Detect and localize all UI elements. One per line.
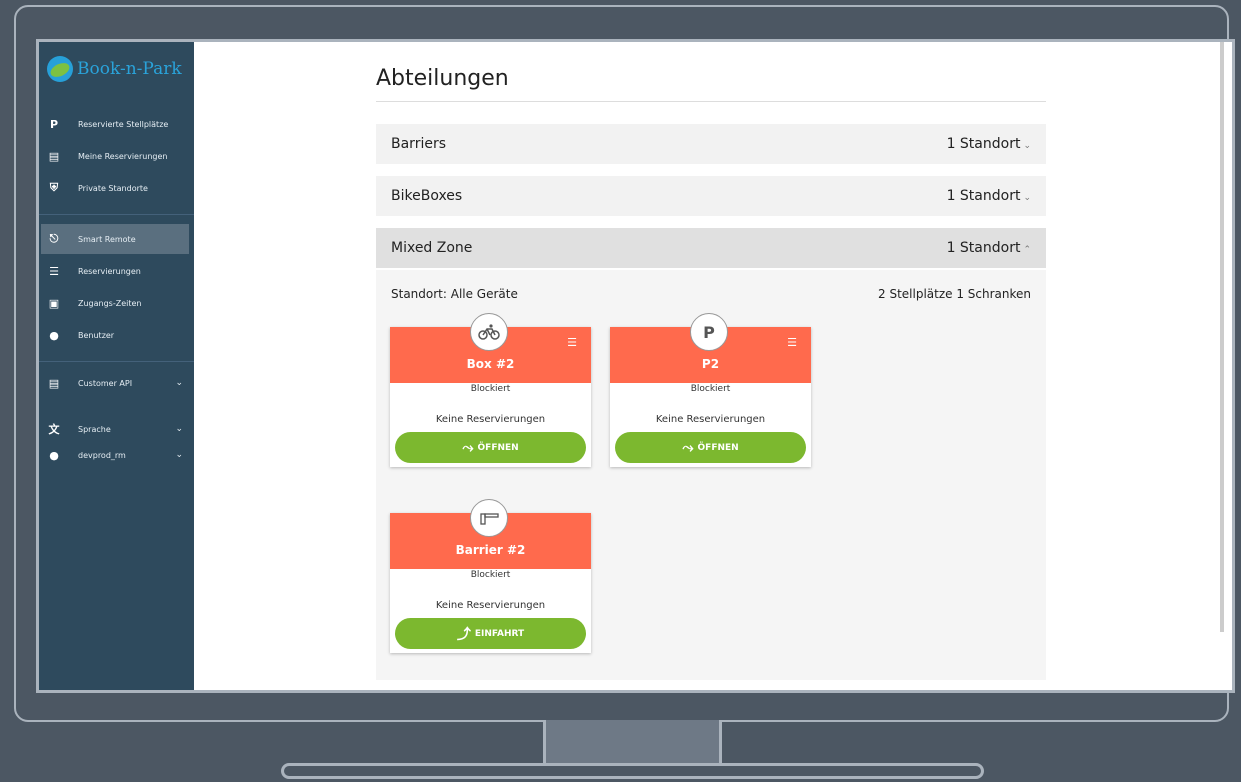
department-name: BikeBoxes	[391, 188, 463, 204]
barrier-open-icon: ⤳	[462, 439, 474, 456]
device-status: Blockiert	[470, 384, 511, 394]
sidebar-item-customer-api[interactable]: ▤ Customer API ⌄	[41, 368, 189, 398]
chevron-up-icon: ⌃	[1023, 245, 1031, 255]
barrier-icon	[470, 499, 508, 537]
location-label: Standort: Alle Geräte	[391, 287, 518, 301]
sidebar-item-user[interactable]: ● devprod_rm ⌄	[41, 440, 189, 470]
scrollbar[interactable]	[1220, 42, 1224, 632]
button-label: ÖFFNEN	[697, 442, 739, 453]
sidebar-item-label: devprod_rm	[78, 450, 126, 460]
title-divider	[376, 101, 1046, 102]
device-reservations: Keine Reservierungen	[655, 414, 766, 425]
main-content: Abteilungen Barriers 1 Standort ⌄ BikeBox…	[194, 42, 1224, 690]
app-logo[interactable]: Book-n-Park	[47, 56, 182, 82]
chevron-down-icon: ⌄	[1023, 193, 1031, 203]
parking-icon: P	[690, 313, 728, 351]
department-count: 1 Standort ⌄	[946, 188, 1031, 204]
device-name: Box #2	[466, 357, 515, 371]
device-name: Barrier #2	[455, 543, 526, 557]
sidebar-item-label: Reservierte Stellplätze	[78, 119, 169, 129]
chevron-down-icon: ⌄	[175, 450, 183, 460]
open-button[interactable]: ⤳ ÖFFNEN	[395, 432, 586, 463]
device-reservations: Keine Reservierungen	[435, 600, 546, 611]
user-icon: ●	[49, 448, 59, 462]
parking-icon: P	[49, 117, 59, 131]
chevron-down-icon: ⌄	[175, 378, 183, 388]
page-title: Abteilungen	[376, 66, 509, 91]
sidebar-divider	[39, 214, 194, 215]
document-icon: ▤	[48, 376, 60, 390]
sidebar-item-label: Private Standorte	[78, 183, 148, 193]
device-card: ☰ Box #2 Blockiert Keine Reservierungen …	[390, 313, 591, 467]
location-summary: 2 Stellplätze 1 Schranken	[878, 287, 1031, 301]
monitor-frame: Book-n-Park P Reservierte Stellplätze ▤ …	[14, 5, 1235, 722]
users-icon: ●	[49, 328, 59, 342]
department-header-mixed-zone[interactable]: Mixed Zone 1 Standort ⌃	[376, 228, 1046, 268]
translate-icon: 文	[48, 423, 60, 436]
calendar-clock-icon: ▤	[48, 149, 60, 163]
entry-button[interactable]: ⤴ EINFAHRT	[395, 618, 586, 649]
sidebar-item-reservierungen[interactable]: ☰ Reservierungen	[41, 256, 189, 286]
sidebar-item-label: Benutzer	[78, 330, 115, 340]
list-icon: ☰	[49, 264, 59, 278]
open-button[interactable]: ⤳ ÖFFNEN	[615, 432, 806, 463]
app-name: Book-n-Park	[77, 59, 182, 79]
sidebar-item-smart-remote[interactable]: ⎋ Smart Remote	[41, 224, 189, 254]
button-label: EINFAHRT	[474, 628, 525, 639]
sidebar-item-label: Meine Reservierungen	[78, 151, 168, 161]
chevron-down-icon: ⌄	[1023, 141, 1031, 151]
department-count: 1 Standort ⌄	[946, 136, 1031, 152]
department-panel-mixed-zone: Standort: Alle Geräte 2 Stellplätze 1 Sc…	[376, 270, 1046, 680]
shield-icon: ⛨	[49, 181, 59, 194]
department-name: Barriers	[391, 136, 447, 152]
sidebar-item-reservierte-stellplaetze[interactable]: P Reservierte Stellplätze	[41, 109, 189, 139]
device-status: Blockiert	[690, 384, 731, 394]
device-card: Barrier #2 Blockiert Keine Reservierunge…	[390, 499, 591, 653]
remote-icon: ⎋	[49, 232, 59, 245]
department-count: 1 Standort ⌃	[946, 240, 1031, 256]
sidebar-item-label: Smart Remote	[78, 234, 136, 244]
monitor-neck	[543, 720, 722, 764]
department-name: Mixed Zone	[391, 240, 473, 256]
device-reservations: Keine Reservierungen	[435, 414, 546, 425]
sidebar: Book-n-Park P Reservierte Stellplätze ▤ …	[39, 42, 194, 690]
sidebar-divider	[39, 361, 194, 362]
button-label: ÖFFNEN	[477, 442, 519, 453]
sidebar-item-label: Sprache	[78, 424, 111, 434]
barrier-entry-icon: ⤴	[456, 626, 471, 643]
device-status: Blockiert	[470, 570, 511, 580]
sidebar-item-label: Zugangs-Zeiten	[78, 298, 142, 308]
monitor-base	[281, 763, 984, 779]
logo-icon	[47, 56, 73, 82]
department-header-barriers[interactable]: Barriers 1 Standort ⌄	[376, 124, 1046, 164]
sidebar-item-label: Customer API	[78, 378, 133, 388]
menu-icon[interactable]: ☰	[787, 336, 797, 349]
screen: Book-n-Park P Reservierte Stellplätze ▤ …	[36, 39, 1235, 693]
calendar-icon: ▣	[48, 296, 60, 310]
sidebar-item-private-standorte[interactable]: ⛨ Private Standorte	[41, 173, 189, 203]
sidebar-item-label: Reservierungen	[78, 266, 141, 276]
sidebar-item-zugangs-zeiten[interactable]: ▣ Zugangs-Zeiten	[41, 288, 189, 318]
sidebar-item-benutzer[interactable]: ● Benutzer	[41, 320, 189, 350]
sidebar-item-meine-reservierungen[interactable]: ▤ Meine Reservierungen	[41, 141, 189, 171]
barrier-open-icon: ⤳	[682, 439, 694, 456]
chevron-down-icon: ⌄	[175, 424, 183, 434]
menu-icon[interactable]: ☰	[567, 336, 577, 349]
department-header-bikeboxes[interactable]: BikeBoxes 1 Standort ⌄	[376, 176, 1046, 216]
device-name: P2	[701, 357, 720, 371]
bike-icon	[470, 313, 508, 351]
device-card: P ☰ P2 Blockiert Keine Reservierungen ⤳ …	[610, 313, 811, 467]
